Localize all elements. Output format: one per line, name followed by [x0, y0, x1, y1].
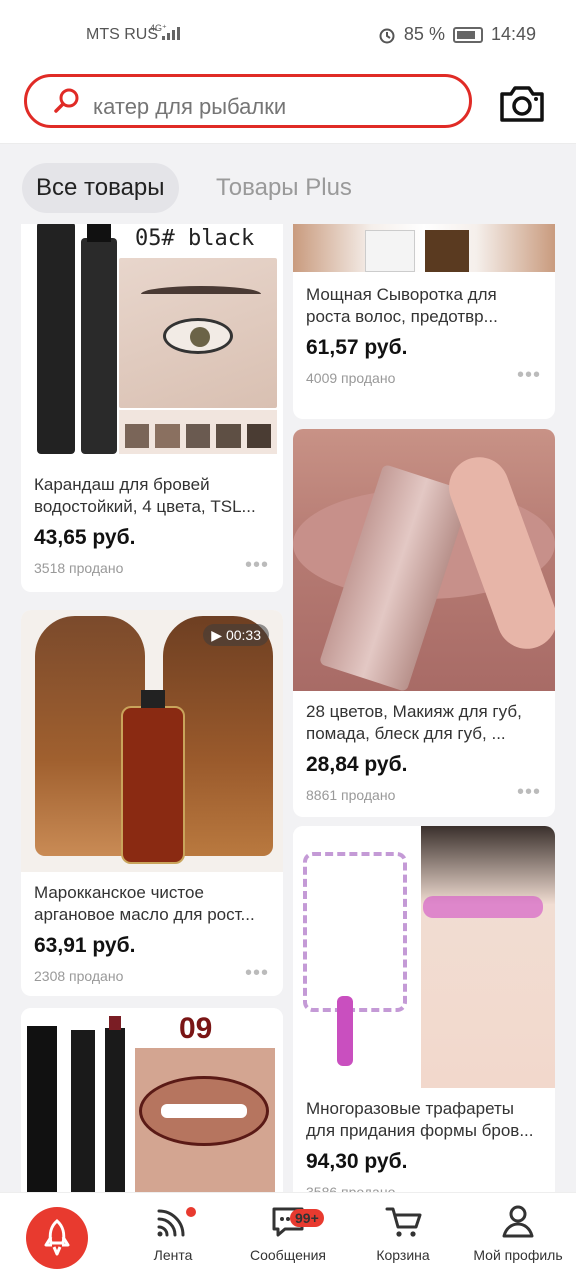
product-image: ▶ 00:33 [21, 610, 283, 872]
product-title: Марокканское чистое аргановое масло для … [34, 883, 255, 924]
video-duration-badge: ▶ 00:33 [203, 624, 269, 646]
feed-notification-dot [186, 1207, 196, 1217]
product-title: Мощная Сыворотка для роста волос, предот… [306, 285, 498, 326]
product-title: Карандаш для бровей водостойкий, 4 цвета… [34, 475, 256, 516]
search-icon [54, 88, 79, 113]
signal-icon [162, 27, 180, 40]
product-image-label: 05# black [135, 226, 255, 251]
nav-profile[interactable]: Мой профиль [463, 1201, 573, 1263]
product-card[interactable]: 09 [21, 1008, 283, 1192]
product-sold-count: 8861 продано [306, 787, 396, 803]
bottom-nav: Лента 99+ Сообщения Корзина Мой профиль [0, 1192, 576, 1280]
search-bar[interactable] [24, 74, 472, 128]
product-card[interactable]: 05# black Карандаш для бровей водостойки… [21, 224, 283, 592]
product-image-label: 09 [179, 1012, 213, 1045]
product-card[interactable]: 28 цветов, Макияж для губ, помада, блеск… [293, 429, 555, 817]
product-sold-count: 3586 продано [306, 1184, 396, 1192]
tab-all-products[interactable]: Все товары [22, 163, 179, 213]
product-sold-count: 4009 продано [306, 370, 396, 386]
messages-count-badge: 99+ [290, 1209, 324, 1227]
more-options-icon[interactable]: ••• [245, 554, 269, 577]
product-image [293, 826, 555, 1088]
more-options-icon[interactable]: ••• [517, 781, 541, 804]
nav-messages-label: Сообщения [250, 1247, 326, 1263]
home-rocket-button[interactable] [26, 1207, 88, 1269]
more-options-icon[interactable]: ••• [245, 962, 269, 985]
nav-feed-label: Лента [153, 1247, 193, 1263]
product-sold-count: 3518 продано [34, 560, 124, 576]
status-bar: MTS RUS 4G⁺ 85 % 14:49 [0, 0, 576, 72]
profile-icon [502, 1205, 534, 1238]
nav-cart-label: Корзина [376, 1247, 430, 1263]
product-title: Многоразовые трафареты для придания форм… [306, 1099, 534, 1140]
more-options-icon[interactable]: ••• [517, 364, 541, 387]
search-input[interactable] [93, 91, 453, 123]
product-card[interactable]: ▶ 00:33 Марокканское чистое аргановое ма… [21, 610, 283, 996]
tab-plus-products[interactable]: Товары Plus [202, 163, 366, 213]
product-price: 63,91 руб. [34, 934, 136, 957]
rocket-icon [44, 1219, 70, 1256]
nav-cart[interactable]: Корзина [348, 1201, 458, 1263]
product-image [293, 224, 555, 272]
product-image: 05# black [21, 224, 283, 464]
product-feed: 05# black Карандаш для бровей водостойки… [0, 224, 576, 1192]
product-image [293, 429, 555, 691]
product-price: 43,65 руб. [34, 526, 136, 549]
alarm-icon [379, 28, 395, 43]
product-card[interactable]: Мощная Сыворотка для роста волос, предот… [293, 224, 555, 419]
camera-search-icon[interactable] [498, 82, 546, 124]
product-price: 61,57 руб. [306, 336, 408, 359]
product-sold-count: 2308 продано [34, 968, 124, 984]
video-duration: 00:33 [225, 627, 261, 643]
product-price: 28,84 руб. [306, 753, 408, 776]
carrier-name: MTS RUS [86, 26, 158, 43]
clock: 14:49 [490, 24, 536, 44]
category-tabs: Все товары Товары Plus [0, 145, 576, 225]
product-title: 28 цветов, Макияж для губ, помада, блеск… [306, 702, 522, 743]
header [0, 72, 576, 144]
product-image: 09 [21, 1008, 283, 1192]
cart-icon [385, 1207, 422, 1237]
nav-messages[interactable]: 99+ Сообщения [233, 1201, 343, 1263]
battery-icon [452, 26, 483, 43]
nav-profile-label: Мой профиль [473, 1247, 563, 1263]
product-card[interactable]: Многоразовые трафареты для придания форм… [293, 826, 555, 1192]
product-price: 94,30 руб. [306, 1150, 408, 1173]
nav-feed[interactable]: Лента [118, 1201, 228, 1263]
battery-percent: 85 % [403, 24, 445, 44]
